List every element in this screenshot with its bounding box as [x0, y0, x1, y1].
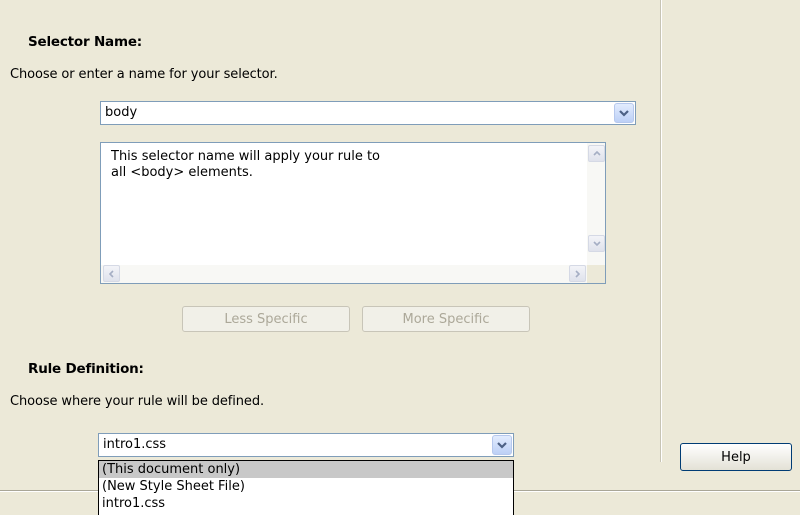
scroll-right-icon[interactable]: [569, 265, 586, 282]
chevron-down-icon[interactable]: [614, 103, 634, 123]
panel-divider: [660, 0, 662, 462]
scroll-up-icon[interactable]: [588, 145, 605, 162]
vertical-scrollbar[interactable]: [587, 143, 605, 265]
scroll-left-icon[interactable]: [103, 265, 120, 282]
dropdown-option[interactable]: (New Style Sheet File): [99, 478, 513, 495]
scrollbar-corner: [587, 265, 605, 283]
scroll-down-icon[interactable]: [588, 235, 605, 252]
rule-definition-description: Choose where your rule will be defined.: [10, 394, 265, 409]
rule-location-combo[interactable]: intro1.css: [98, 433, 514, 457]
selector-name-description: Choose or enter a name for your selector…: [10, 67, 278, 82]
rule-location-dropdown[interactable]: (This document only) (New Style Sheet Fi…: [98, 460, 514, 515]
more-specific-button[interactable]: More Specific: [362, 306, 530, 332]
selector-name-value[interactable]: body: [105, 105, 137, 120]
rule-definition-heading: Rule Definition:: [28, 361, 144, 377]
horizontal-scrollbar[interactable]: [101, 265, 589, 283]
selector-name-combo[interactable]: body: [100, 101, 636, 125]
selector-explanation-box[interactable]: This selector name will apply your rule …: [100, 142, 606, 284]
selector-name-heading: Selector Name:: [28, 34, 142, 50]
dropdown-option[interactable]: (This document only): [99, 461, 513, 478]
rule-location-value[interactable]: intro1.css: [103, 437, 166, 452]
less-specific-button[interactable]: Less Specific: [182, 306, 350, 332]
dropdown-option[interactable]: intro1.css: [99, 495, 513, 512]
selector-explanation-text: This selector name will apply your rule …: [111, 149, 381, 180]
chevron-down-icon[interactable]: [492, 435, 512, 455]
help-button[interactable]: Help: [680, 443, 792, 471]
